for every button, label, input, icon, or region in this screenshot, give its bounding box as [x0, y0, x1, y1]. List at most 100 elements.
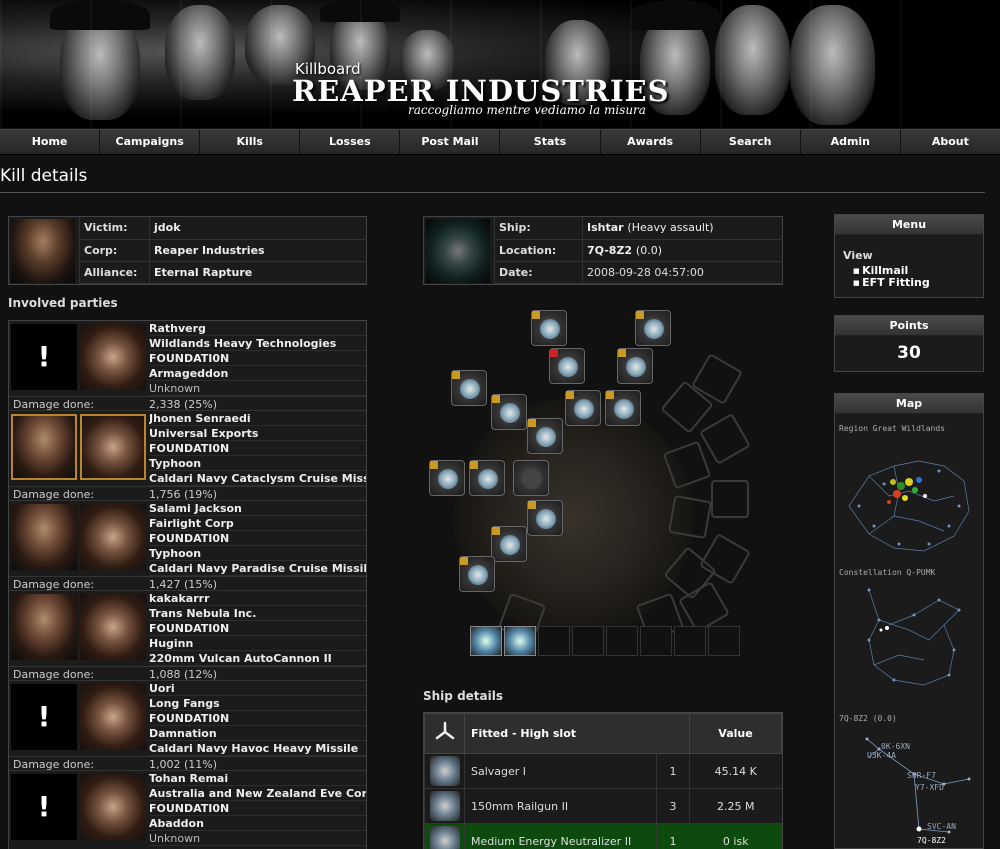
- module-icon[interactable]: [424, 788, 465, 824]
- alliance-name[interactable]: FOUNDATI0N: [149, 531, 366, 546]
- ship-name[interactable]: Ishtar: [587, 221, 624, 234]
- pilot-name[interactable]: kakakarrr: [149, 591, 366, 606]
- nav-campaigns[interactable]: Campaigns: [100, 130, 201, 154]
- victim-corp[interactable]: Reaper Industries: [149, 239, 367, 262]
- victim-portrait[interactable]: [11, 219, 75, 283]
- party-details: Jhonen Senraedi Universal Exports FOUNDATI…: [149, 411, 366, 486]
- ship-details-title: Ship details: [423, 689, 503, 703]
- med-slot-1[interactable]: [451, 370, 487, 406]
- pilot-name[interactable]: Rathverg: [149, 321, 366, 336]
- module-icon[interactable]: [424, 753, 465, 789]
- nav-losses[interactable]: Losses: [300, 130, 401, 154]
- rig-slot-2[interactable]: [491, 526, 527, 562]
- low-slot-1[interactable]: [429, 460, 465, 496]
- ship-name[interactable]: Abaddon: [149, 816, 366, 831]
- alliance-name[interactable]: FOUNDATI0N: [149, 351, 366, 366]
- damage-value: 1,427 (15%): [149, 578, 218, 591]
- corp-name[interactable]: Trans Nebula Inc.: [149, 606, 366, 621]
- med-slot-2[interactable]: [491, 394, 527, 430]
- ship-image[interactable]: [426, 219, 490, 283]
- rig-slot-3[interactable]: [459, 556, 495, 592]
- module-value: 45.14 K: [689, 753, 782, 789]
- unknown-portrait-icon[interactable]: [11, 684, 77, 750]
- med-slot-4[interactable]: [605, 390, 641, 426]
- damage-row: Damage done: 1,002 (11%): [9, 756, 366, 771]
- fitted-item-row[interactable]: Salvager I 1 45.14 K: [424, 753, 782, 789]
- attacker-ship-image[interactable]: [80, 774, 146, 840]
- unknown-portrait-icon[interactable]: [11, 324, 77, 390]
- nav-kills[interactable]: Kills: [200, 130, 301, 154]
- constellation-map[interactable]: [839, 580, 979, 700]
- ship-name[interactable]: Armageddon: [149, 366, 366, 381]
- high-slot-3[interactable]: [549, 348, 585, 384]
- eft-fitting-link[interactable]: EFT Fitting: [853, 277, 930, 289]
- involved-title: Involved parties: [8, 296, 118, 310]
- ship-name[interactable]: Huginn: [149, 636, 366, 651]
- ship-name[interactable]: Typhoon: [149, 456, 366, 471]
- corp-name[interactable]: Long Fangs: [149, 696, 366, 711]
- ship-name[interactable]: Damnation: [149, 726, 366, 741]
- damage-label: Damage done:: [13, 668, 95, 681]
- med-slot-5[interactable]: [527, 418, 563, 454]
- alliance-label: Alliance:: [79, 261, 150, 284]
- pilot-portrait[interactable]: [11, 504, 77, 570]
- nav-about[interactable]: About: [900, 130, 1000, 154]
- corp-name[interactable]: Australia and New Zealand Eve Corp: [149, 786, 366, 801]
- pilot-portrait[interactable]: [11, 414, 77, 480]
- pilot-name[interactable]: Salami Jackson: [149, 501, 366, 516]
- nav-post-mail[interactable]: Post Mail: [400, 130, 501, 154]
- pilot-name[interactable]: Uori: [149, 681, 366, 696]
- nav-stats[interactable]: Stats: [500, 130, 601, 154]
- pilot-portrait[interactable]: [11, 594, 77, 660]
- low-slot-2[interactable]: [469, 460, 505, 496]
- module-name[interactable]: Medium Energy Neutralizer II: [464, 823, 657, 849]
- nav-search[interactable]: Search: [700, 130, 801, 154]
- drone-slot-2[interactable]: [504, 626, 536, 656]
- map-system-u3k4a: U3K-4A: [867, 751, 896, 760]
- fitted-item-row[interactable]: Medium Energy Neutralizer II 1 0 isk: [424, 823, 782, 849]
- med-slot-3[interactable]: [565, 390, 601, 426]
- alliance-name[interactable]: FOUNDATI0N: [149, 711, 366, 726]
- module-name[interactable]: Salvager I: [464, 753, 657, 789]
- involved-party: Salami Jackson Fairlight Corp FOUNDATI0N Ty…: [9, 501, 366, 591]
- high-slot-header-icon: [424, 713, 465, 754]
- unknown-portrait-icon[interactable]: [11, 774, 77, 840]
- attacker-ship-image[interactable]: [80, 414, 146, 480]
- location-name[interactable]: 7Q-8Z2: [587, 244, 632, 257]
- damage-value: 1,756 (19%): [149, 488, 218, 501]
- alliance-name[interactable]: FOUNDATI0N: [149, 441, 366, 456]
- module-name[interactable]: 150mm Railgun II: [464, 788, 657, 824]
- attacker-ship-image[interactable]: [80, 504, 146, 570]
- drone-slot-empty: [538, 626, 570, 656]
- involved-party: Jhonen Senraedi Universal Exports FOUNDATI…: [9, 411, 366, 501]
- region-map[interactable]: [839, 436, 979, 564]
- high-slot-4[interactable]: [617, 348, 653, 384]
- fitting-wheel: [423, 298, 751, 660]
- drone-slot-1[interactable]: [470, 626, 502, 656]
- involved-party: UoriLong FangsFOUNDATI0NDamnationCaldari…: [9, 681, 366, 771]
- nav-awards[interactable]: Awards: [600, 130, 701, 154]
- high-slot-2[interactable]: [635, 310, 671, 346]
- alliance-name[interactable]: FOUNDATI0N: [149, 801, 366, 816]
- nav-home[interactable]: Home: [0, 130, 101, 154]
- attacker-ship-image[interactable]: [80, 684, 146, 750]
- corp-name[interactable]: Universal Exports: [149, 426, 366, 441]
- menu-box: Menu View Killmail EFT Fitting: [834, 214, 984, 298]
- rig-slot-1[interactable]: [527, 500, 563, 536]
- high-slot-1[interactable]: [531, 310, 567, 346]
- page-title: Kill details: [0, 166, 88, 186]
- subsystem-slot[interactable]: [513, 460, 549, 496]
- corp-name[interactable]: Fairlight Corp: [149, 516, 366, 531]
- attacker-ship-image[interactable]: [80, 594, 146, 660]
- pilot-name[interactable]: Tohan Remai: [149, 771, 366, 786]
- fitted-item-row[interactable]: 150mm Railgun II 3 2.25 M: [424, 788, 782, 824]
- alliance-name[interactable]: FOUNDATI0N: [149, 621, 366, 636]
- module-icon[interactable]: [424, 823, 465, 849]
- ship-name[interactable]: Typhoon: [149, 546, 366, 561]
- victim-name[interactable]: jdok: [149, 217, 367, 240]
- attacker-ship-image[interactable]: [80, 324, 146, 390]
- victim-alliance[interactable]: Eternal Rapture: [149, 261, 367, 284]
- nav-admin[interactable]: Admin: [800, 130, 901, 154]
- corp-name[interactable]: Wildlands Heavy Technologies: [149, 336, 366, 351]
- pilot-name[interactable]: Jhonen Senraedi: [149, 411, 366, 426]
